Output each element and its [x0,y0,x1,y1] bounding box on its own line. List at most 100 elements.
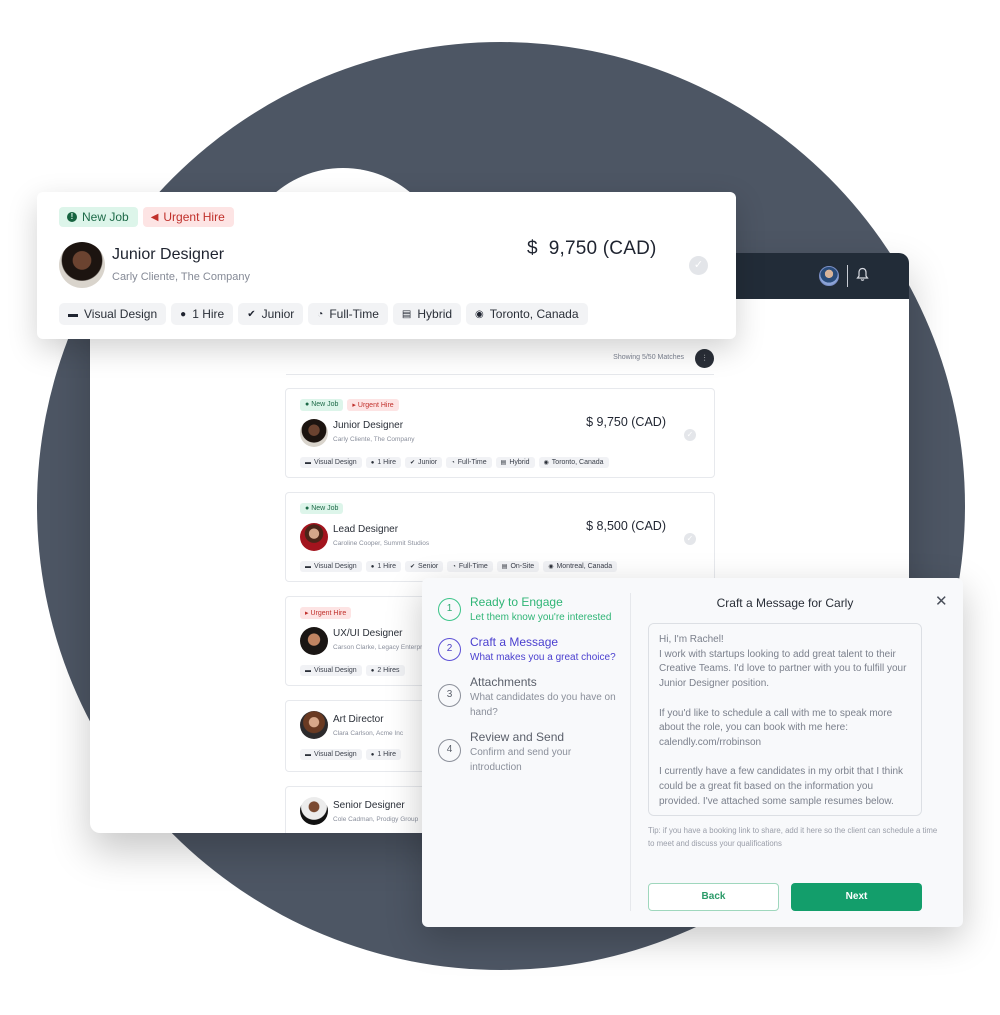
person-icon: ● [370,564,375,570]
toolbox-icon: ▬ [68,308,78,320]
client-avatar [300,797,328,825]
job-client: Cole Cadman, Prodigy Group [333,816,419,823]
map-pin-icon: ◉ [543,460,549,466]
check-circle-icon[interactable]: ✓ [684,533,696,545]
job-price: $ 9,750 (CAD) [586,415,666,429]
tag-category: ▬ Visual Design [300,749,362,760]
job-title: Art Director [333,714,384,725]
job-client: Clara Carlson, Acme Inc [333,730,404,737]
job-client: Carly Cliente, The Company [333,436,415,443]
client-avatar [59,242,105,288]
step-description: Confirm and send your introduction [470,747,572,773]
person-icon: ● [370,752,375,758]
tag-location: ◉ Toronto, Canada [466,303,588,325]
person-icon: ● [180,308,187,320]
tag-location: ◉ Toronto, Canada [538,457,609,468]
tag-hires: ● 1 Hire [365,749,401,760]
modal-divider [630,593,631,911]
step-number: 2 [438,638,461,661]
sliders-icon: ⫶ [703,353,706,363]
tag-category: ▬ Visual Design [59,303,167,325]
tag-category: ▬ Visual Design [300,561,362,572]
step-title: Attachments [470,675,537,689]
step-title: Review and Send [470,730,565,744]
tip-text: Tip: if you have a booking link to share… [648,826,938,848]
urgent-hire-badge: ▸ Urgent Hire [300,607,352,619]
clock-icon: ◔ [452,564,456,570]
tag-location: ◉ Montreal, Canada [543,561,618,572]
check-circle-icon[interactable]: ✓ [689,256,708,275]
map-pin-icon: ◉ [548,564,554,570]
person-icon: ● [370,460,375,466]
stepper: 1 Ready to Engage Let them know you're i… [438,595,628,785]
tag-hires: ● 1 Hire [365,457,401,468]
client-avatar [300,419,328,447]
message-textarea[interactable]: Hi, I'm Rachel! I work with startups loo… [648,623,922,816]
tag-type: ◔ Full-Time [447,561,493,572]
building-icon: ▤ [500,460,507,466]
step-number: 3 [438,684,461,707]
tag-hires: ● 1 Hire [365,561,401,572]
exclamation-circle-icon: ! [67,212,77,222]
craft-message-modal: 1 Ready to Engage Let them know you're i… [422,578,963,927]
client-avatar [300,523,328,551]
tag-workplace: ▤ Hybrid [392,303,462,325]
job-card[interactable]: ● New Job ▸ Urgent Hire Junior Designer … [285,388,715,478]
step-title: Craft a Message [470,635,559,649]
building-icon: ▤ [401,308,412,320]
back-button[interactable]: Back [648,883,779,911]
modal-title: Craft a Message for Carly [716,596,854,610]
step-craft-message[interactable]: 2 Craft a Message What makes you a great… [438,635,628,675]
job-card[interactable]: ● New Job Lead Designer Caroline Cooper,… [285,492,715,582]
megaphone-icon: ◀ [150,211,159,223]
job-title: Senior Designer [333,800,405,811]
new-job-badge: ● New Job [300,399,344,411]
toolbox-icon: ▬ [305,752,311,758]
step-description: What candidates do you have on hand? [470,692,616,718]
person-icon: ● [370,668,375,674]
step-attachments[interactable]: 3 Attachments What candidates do you hav… [438,675,628,730]
job-title: Junior Designer [333,420,404,431]
check-circle-icon[interactable]: ✓ [684,429,696,441]
tag-level: ✔ Junior [238,303,304,325]
tag-type: ◔ Full-Time [308,303,388,325]
user-avatar[interactable] [819,266,839,286]
building-icon: ▤ [501,564,508,570]
step-number: 1 [438,598,461,621]
step-ready-to-engage[interactable]: 1 Ready to Engage Let them know you're i… [438,595,628,635]
step-description: Let them know you're interested [470,612,612,623]
job-price: $ 8,500 (CAD) [586,519,666,533]
job-client: Carly Cliente, The Company [112,271,250,283]
clock-icon: ◔ [451,460,455,466]
close-icon[interactable]: ✕ [935,592,948,610]
tag-category: ▬ Visual Design [300,665,362,676]
filter-button[interactable]: ⫶ [695,349,714,368]
next-button[interactable]: Next [791,883,922,911]
toolbox-icon: ▬ [305,564,311,570]
step-review-and-send[interactable]: 4 Review and Send Confirm and send your … [438,730,628,785]
tag-workplace: ▤ Hybrid [495,457,535,468]
tag-level: ✔ Junior [405,457,443,468]
tag-level: ✔ Senior [405,561,444,572]
job-title: Junior Designer [112,246,225,263]
job-client: Carson Clarke, Legacy Enterprises [333,644,434,651]
topbar-divider [847,265,848,287]
job-title: UX/UI Designer [333,628,403,639]
featured-job-card[interactable]: ! New Job ◀ Urgent Hire Junior Designer … [37,192,736,339]
matches-count: Showing 5/50 Matches [613,354,684,361]
job-title: Lead Designer [333,524,399,535]
step-number: 4 [438,739,461,762]
client-avatar [300,627,328,655]
tag-hires: ● 1 Hire [171,303,234,325]
urgent-hire-badge: ▸ Urgent Hire [347,399,399,411]
step-description: What makes you a great choice? [470,652,616,663]
job-client: Caroline Cooper, Summit Studios [333,540,430,547]
map-pin-icon: ◉ [475,308,484,320]
new-job-badge: ● New Job [300,503,344,514]
bell-icon[interactable] [856,267,872,285]
job-price: $ 9,750 (CAD) [527,238,657,259]
badge-check-icon: ✔ [410,564,416,570]
new-job-badge: ! New Job [59,207,138,227]
tag-hires: ● 2 Hires [365,665,405,676]
step-title: Ready to Engage [470,595,563,609]
